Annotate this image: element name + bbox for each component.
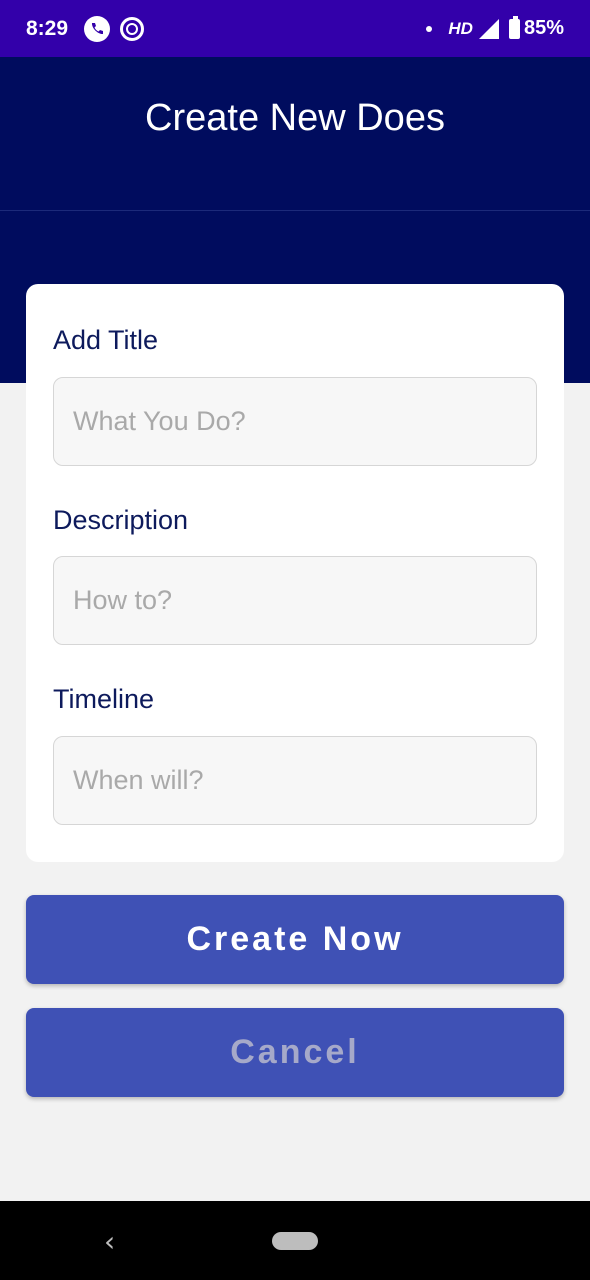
phone-icon (84, 15, 111, 42)
title-input[interactable] (53, 377, 537, 466)
battery-percent: 85% (523, 17, 564, 39)
cancel-button[interactable]: Cancel (26, 1008, 564, 1097)
status-bar: 8:29 HD 85% (0, 0, 590, 57)
timeline-label: Timeline (53, 684, 155, 714)
home-pill-icon[interactable] (272, 1232, 318, 1250)
signal-icon (478, 18, 499, 39)
page-title: Create New Does (145, 97, 445, 139)
create-now-button[interactable]: Create Now (26, 895, 564, 984)
back-icon[interactable]: ‹ (104, 1225, 115, 1258)
status-time: 8:29 (26, 16, 69, 40)
timeline-input[interactable] (53, 736, 537, 825)
title-label: Add Title (53, 325, 159, 355)
form-card: Add Title Description Timeline (26, 284, 564, 862)
header-divider (0, 210, 590, 211)
screen: 8:29 HD 85% Create New Does Add Title De… (0, 0, 590, 1280)
network-type: HD (448, 18, 473, 38)
notification-dot-icon (426, 25, 433, 32)
battery-icon (508, 15, 520, 39)
status-right: HD 85% (426, 15, 564, 40)
app-circle-icon (120, 16, 145, 41)
navigation-bar: ‹ (0, 1201, 590, 1280)
phone-glyph (92, 22, 104, 34)
description-input[interactable] (53, 556, 537, 645)
status-left: 8:29 (26, 15, 145, 42)
description-label: Description (53, 505, 189, 535)
